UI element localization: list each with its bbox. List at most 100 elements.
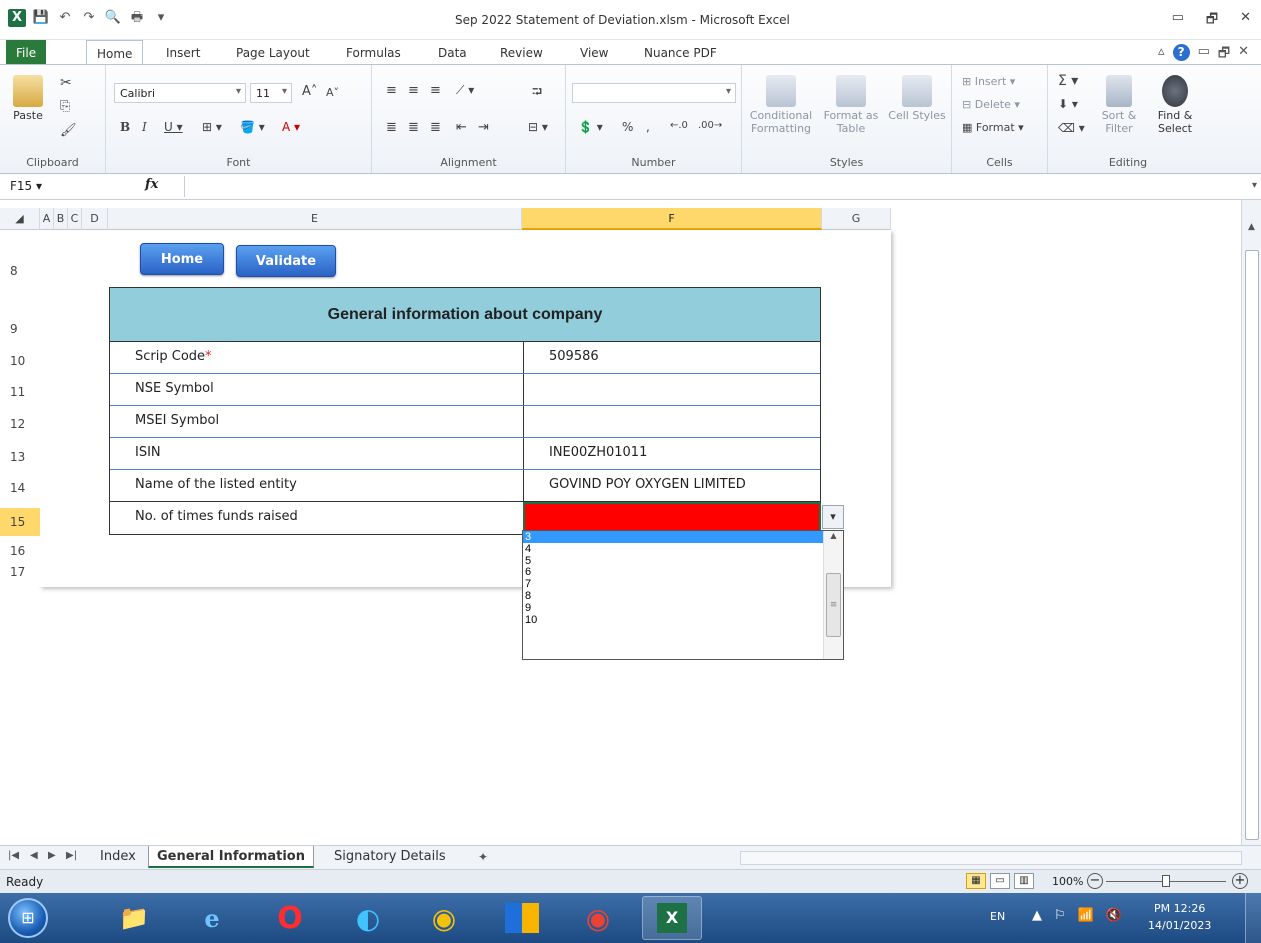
fill-color-icon[interactable]: 🪣 ▾ (240, 120, 265, 134)
dropdown-option[interactable]: 8 (523, 590, 843, 602)
font-name-combo[interactable]: Calibri (114, 83, 246, 103)
help-icon[interactable]: ? (1172, 44, 1190, 61)
tab-nuance-pdf[interactable]: Nuance PDF (636, 43, 725, 63)
name-box[interactable]: F15 ▾ (6, 178, 106, 196)
underline-icon[interactable]: U ▾ (164, 120, 183, 134)
app-window-icon[interactable] (492, 896, 552, 940)
shrink-font-icon[interactable]: A˅ (326, 86, 339, 99)
scrip-code-cell[interactable]: 509586 (523, 342, 821, 373)
row-header-16[interactable]: 16 (0, 544, 40, 558)
customize-qat-icon[interactable]: ▾ (152, 9, 170, 27)
chrome-icon[interactable]: ◉ (414, 896, 474, 940)
column-header-a[interactable]: A (40, 208, 54, 230)
scroll-up-icon[interactable]: ▲ (824, 531, 843, 540)
redo-icon[interactable]: ↷ (80, 9, 98, 27)
sheet-tab-general-information[interactable]: General Information (148, 846, 314, 868)
column-header-d[interactable]: D (82, 208, 108, 230)
sheet-tab-signatory-details[interactable]: Signatory Details (326, 846, 454, 868)
vertical-scroll-thumb[interactable] (1245, 250, 1259, 840)
sheet-tab-index[interactable]: Index (92, 846, 144, 868)
bold-icon[interactable]: B (120, 120, 130, 134)
comma-style-icon[interactable]: , (646, 120, 650, 134)
tab-view[interactable]: View (572, 43, 616, 63)
tab-home[interactable]: Home (86, 40, 144, 65)
action-center-icon[interactable]: ⚐ (1054, 908, 1066, 923)
close-icon[interactable]: ✕ (1240, 10, 1251, 32)
font-color-icon[interactable]: A ▾ (282, 120, 300, 134)
font-size-combo[interactable]: 11 (250, 83, 292, 103)
tab-page-layout[interactable]: Page Layout (228, 43, 318, 63)
dropdown-option[interactable]: 4 (523, 543, 843, 555)
insert-cells-button[interactable]: ⊞ Insert ▾ (962, 75, 1015, 88)
zoom-slider-thumb[interactable] (1162, 875, 1170, 887)
next-sheet-icon[interactable]: ▶ (48, 850, 56, 861)
tab-insert[interactable]: Insert (158, 43, 208, 63)
align-left-icon[interactable]: ≣ (386, 120, 397, 135)
increase-decimal-icon[interactable]: ←.0 (670, 120, 688, 131)
select-all-corner[interactable]: ◢ (0, 208, 40, 230)
internet-explorer-icon[interactable]: e (182, 896, 242, 940)
row-header-11[interactable]: 11 (0, 385, 40, 399)
dropdown-option[interactable]: 5 (523, 555, 843, 567)
align-bottom-icon[interactable]: ≡ (430, 83, 441, 98)
horizontal-scrollbar[interactable] (740, 851, 1242, 865)
align-top-icon[interactable]: ≡ (386, 83, 397, 98)
percent-icon[interactable]: % (622, 120, 633, 134)
dropdown-option[interactable]: 3 (523, 531, 843, 543)
print-icon[interactable]: 🖶 (128, 9, 146, 27)
nse-symbol-cell[interactable] (523, 374, 821, 405)
volume-muted-icon[interactable]: 🔇 (1106, 908, 1122, 923)
decrease-decimal-icon[interactable]: .00→ (698, 120, 722, 131)
insert-function-icon[interactable]: fx (145, 177, 158, 192)
format-painter-icon[interactable]: 🖌 (60, 123, 77, 138)
print-preview-icon[interactable]: 🔍 (104, 9, 122, 27)
increase-indent-icon[interactable]: ⇥ (478, 120, 489, 135)
italic-icon[interactable]: I (142, 120, 147, 134)
number-format-combo[interactable] (572, 83, 736, 103)
isin-cell[interactable]: INE00ZH01011 (523, 438, 821, 469)
tab-data[interactable]: Data (430, 43, 475, 63)
decrease-indent-icon[interactable]: ⇤ (456, 120, 467, 135)
grow-font-icon[interactable]: A˄ (302, 84, 317, 99)
align-center-icon[interactable]: ≣ (408, 120, 419, 135)
excel-taskbar-icon[interactable]: X (642, 896, 702, 940)
show-desktop-button[interactable] (1245, 893, 1261, 943)
workbook-restore-icon[interactable]: 🗗 (1218, 44, 1230, 66)
listed-entity-name-cell[interactable]: GOVIND POY OXYGEN LIMITED (523, 470, 821, 501)
normal-view-icon[interactable]: ▦ (966, 873, 986, 889)
tab-review[interactable]: Review (492, 43, 551, 63)
row-header-12[interactable]: 12 (0, 417, 40, 431)
row-header-17[interactable]: 17 (0, 565, 40, 579)
page-layout-view-icon[interactable]: ▭ (990, 873, 1010, 889)
scroll-up-icon[interactable]: ▲ (1242, 222, 1261, 232)
tab-formulas[interactable]: Formulas (338, 43, 409, 63)
fill-icon[interactable]: ⬇ ▾ (1058, 97, 1078, 111)
row-header-15[interactable]: 15 (0, 508, 40, 536)
edge-icon[interactable]: ◐ (338, 896, 398, 940)
dropdown-scrollbar[interactable]: ▲ ≡ (823, 531, 843, 659)
chrome-profile-icon[interactable]: ◉ (568, 896, 628, 940)
show-hidden-icons-icon[interactable]: ▲ (1032, 908, 1042, 923)
excel-logo-icon[interactable]: X (8, 9, 26, 27)
wrap-text-icon[interactable]: ⮒ (532, 83, 542, 105)
msei-symbol-cell[interactable] (523, 406, 821, 437)
dropdown-scroll-thumb[interactable]: ≡ (826, 573, 841, 637)
row-header-13[interactable]: 13 (0, 450, 40, 464)
clear-icon[interactable]: ⌫ ▾ (1058, 121, 1085, 135)
last-sheet-icon[interactable]: ▶| (66, 850, 77, 861)
sort-filter-button[interactable]: Sort & Filter (1094, 75, 1144, 135)
dropdown-option[interactable]: 7 (523, 578, 843, 590)
funds-raised-count-cell[interactable] (523, 502, 821, 533)
column-header-b[interactable]: B (54, 208, 68, 230)
start-button[interactable]: ⊞ (8, 898, 48, 938)
zoom-level[interactable]: 100% (1052, 875, 1083, 888)
autosum-icon[interactable]: Σ ▾ (1058, 73, 1078, 89)
conditional-formatting-button[interactable]: Conditional Formatting (748, 75, 814, 135)
language-indicator[interactable]: EN (990, 910, 1005, 923)
workbook-minimize-icon[interactable]: ▭ (1198, 44, 1210, 66)
accounting-format-icon[interactable]: 💲 ▾ (578, 120, 603, 134)
column-header-e[interactable]: E (108, 208, 522, 230)
row-header-14[interactable]: 14 (0, 481, 40, 495)
insert-sheet-icon[interactable]: ✦ (478, 850, 488, 864)
minimize-icon[interactable]: ▭ (1172, 10, 1184, 32)
